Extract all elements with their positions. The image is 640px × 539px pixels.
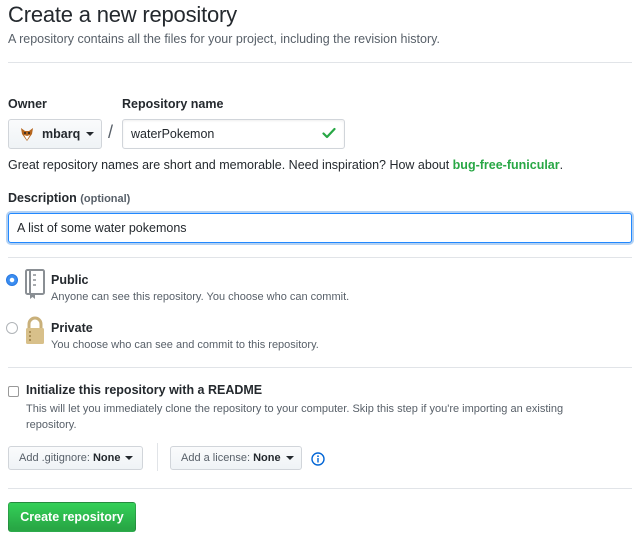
page-title: Create a new repository	[8, 2, 237, 27]
name-suggestion-link[interactable]: bug-free-funicular	[453, 158, 560, 172]
chevron-down-icon	[86, 132, 95, 136]
fox-avatar-icon	[21, 128, 33, 141]
description-input[interactable]	[8, 213, 632, 243]
chevron-down-icon	[285, 456, 294, 460]
info-icon[interactable]	[311, 452, 325, 466]
private-title: Private	[51, 321, 93, 335]
owner-repo-separator: /	[108, 122, 114, 142]
license-select-button[interactable]: Add a license: None	[170, 446, 302, 470]
page-subtitle: A repository contains all the files for …	[8, 32, 440, 46]
optional-tag: (optional)	[80, 193, 131, 205]
options-separator	[157, 443, 158, 471]
public-title: Public	[51, 273, 89, 287]
gitignore-value: None	[92, 452, 121, 464]
owner-select-button[interactable]: mbarq	[8, 119, 102, 149]
license-value: None	[253, 452, 281, 464]
public-radio[interactable]	[6, 274, 18, 286]
repo-name-label: Repository name	[122, 97, 224, 111]
lock-icon	[26, 316, 44, 344]
readme-title: Initialize this repository with a README	[26, 383, 263, 397]
readme-checkbox[interactable]	[8, 386, 19, 397]
owner-name: mbarq	[42, 127, 81, 141]
readme-description: This will let you immediately clone the …	[26, 403, 564, 431]
repo-name-input[interactable]	[122, 119, 345, 149]
owner-label: Owner	[8, 97, 47, 111]
check-icon	[322, 127, 336, 139]
private-radio[interactable]	[6, 322, 18, 334]
header-divider	[8, 62, 632, 63]
chevron-down-icon	[125, 456, 134, 460]
private-description: You choose who can see and commit to thi…	[51, 339, 319, 351]
repo-name-hint: Great repository names are short and mem…	[8, 158, 564, 172]
options-divider	[8, 488, 632, 489]
visibility-divider	[8, 367, 632, 368]
create-repository-button[interactable]: Create repository	[8, 502, 136, 532]
description-divider	[8, 257, 632, 258]
gitignore-select-button[interactable]: Add .gitignore: None	[8, 446, 143, 470]
repo-book-icon	[25, 269, 45, 299]
public-description: Anyone can see this repository. You choo…	[51, 291, 350, 303]
description-label: Description (optional)	[8, 191, 131, 205]
